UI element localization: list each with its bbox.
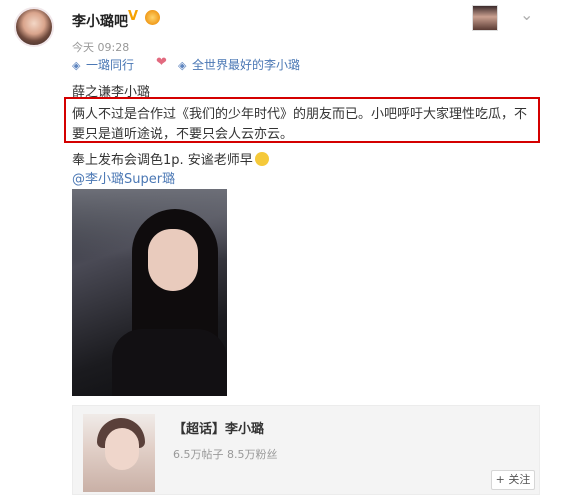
username[interactable]: 李小璐吧 xyxy=(72,11,128,31)
heart-icon: ❤ xyxy=(156,55,167,70)
topic-link-1[interactable]: ◈ 一璐同行 xyxy=(72,56,134,73)
topic-link-icon: ◈ xyxy=(178,59,187,72)
post-photo[interactable] xyxy=(72,189,227,396)
medal-icon xyxy=(145,10,160,25)
mini-avatar-thumbnail[interactable] xyxy=(472,5,498,31)
card-thumbnail xyxy=(83,414,155,492)
follow-button[interactable]: + 关注 xyxy=(491,470,535,490)
chevron-down-icon[interactable]: ⌄ xyxy=(520,5,533,24)
mention-link[interactable]: @李小璐Super璐 xyxy=(72,168,175,187)
card-title: 【超话】李小璐 xyxy=(173,422,265,437)
verified-badge-icon: V xyxy=(128,9,139,24)
topic-link-2[interactable]: ◈ 全世界最好的李小璐 xyxy=(178,56,300,73)
avatar[interactable] xyxy=(14,7,54,47)
super-topic-card[interactable]: 【超话】李小璐 6.5万帖子 8.5万粉丝 + 关注 xyxy=(72,405,540,495)
card-stats: 6.5万帖子 8.5万粉丝 xyxy=(173,448,278,461)
post-text-line-2: 俩人不过是合作过《我们的少年时代》的朋友而已。小吧呼吁大家理性吃瓜，不 xyxy=(72,107,528,122)
topic-link-icon: ◈ xyxy=(72,59,81,72)
post-text-line-3: 要只是道听途说，不要只会人云亦云。 xyxy=(72,127,294,142)
smile-emoji-icon xyxy=(254,152,269,166)
post-time: 今天 09:28 xyxy=(72,41,130,54)
post-text-line-4: 奉上发布会调色1p. 安谧老师早 xyxy=(72,149,269,168)
